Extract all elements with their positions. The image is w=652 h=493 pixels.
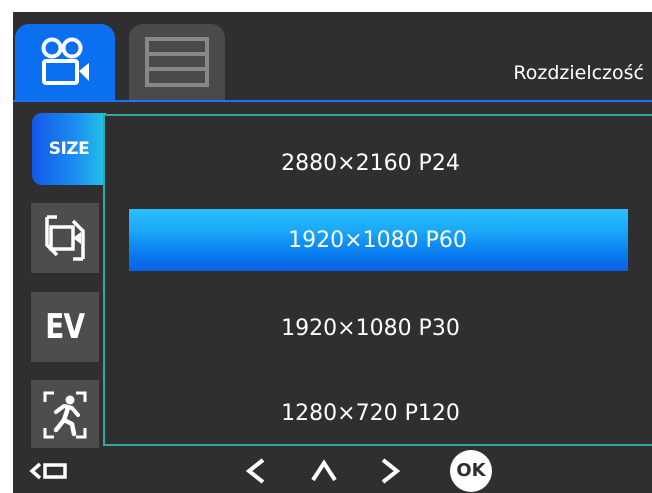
right-button[interactable] — [375, 448, 405, 493]
option-label: 1920×1080 P30 — [281, 315, 460, 341]
sidebar-item-ev[interactable]: EV — [31, 292, 99, 362]
back-button[interactable] — [27, 448, 71, 493]
top-bar: Rozdzielczość — [13, 12, 652, 100]
page-title: Rozdzielczość — [513, 62, 644, 84]
sidebar-item-size[interactable]: SIZE — [32, 113, 106, 185]
sidebar-item-label: SIZE — [48, 139, 90, 159]
right-arrow-icon — [381, 457, 401, 484]
header-divider — [13, 100, 652, 102]
tab-menu[interactable] — [129, 24, 225, 100]
menu-list-icon — [145, 37, 209, 87]
bottom-nav-bar: OK — [13, 448, 652, 493]
sidebar-item-label: EV — [45, 307, 85, 347]
back-icon — [29, 462, 67, 479]
ok-button[interactable]: OK — [447, 448, 495, 493]
option-item[interactable]: 2880×2160 P24 — [105, 132, 652, 194]
option-label: 1920×1080 P60 — [288, 227, 467, 253]
option-label: 1280×720 P120 — [281, 400, 460, 426]
motion-detect-icon — [43, 391, 87, 439]
option-item-selected[interactable]: 1920×1080 P60 — [129, 209, 628, 271]
option-label: 2880×2160 P24 — [281, 150, 460, 176]
video-loop-icon — [45, 215, 85, 261]
up-button[interactable] — [307, 448, 341, 493]
tab-video[interactable] — [15, 24, 115, 100]
up-arrow-icon — [311, 458, 337, 481]
camera-menu-screen: Rozdzielczość SIZE EV 2880×2160 P24 1920… — [13, 12, 652, 493]
option-item[interactable]: 1280×720 P120 — [105, 382, 652, 444]
sidebar-item-loop-recording[interactable] — [31, 203, 99, 273]
sidebar-item-motion-detection[interactable] — [31, 380, 99, 450]
left-button[interactable] — [241, 448, 271, 493]
resolution-options-panel: 2880×2160 P24 1920×1080 P60 1920×1080 P3… — [103, 114, 652, 446]
ok-circle: OK — [450, 449, 492, 492]
video-camera-icon — [41, 37, 89, 85]
ok-label: OK — [456, 460, 486, 481]
left-arrow-icon — [245, 457, 265, 484]
option-item[interactable]: 1920×1080 P30 — [105, 297, 652, 359]
